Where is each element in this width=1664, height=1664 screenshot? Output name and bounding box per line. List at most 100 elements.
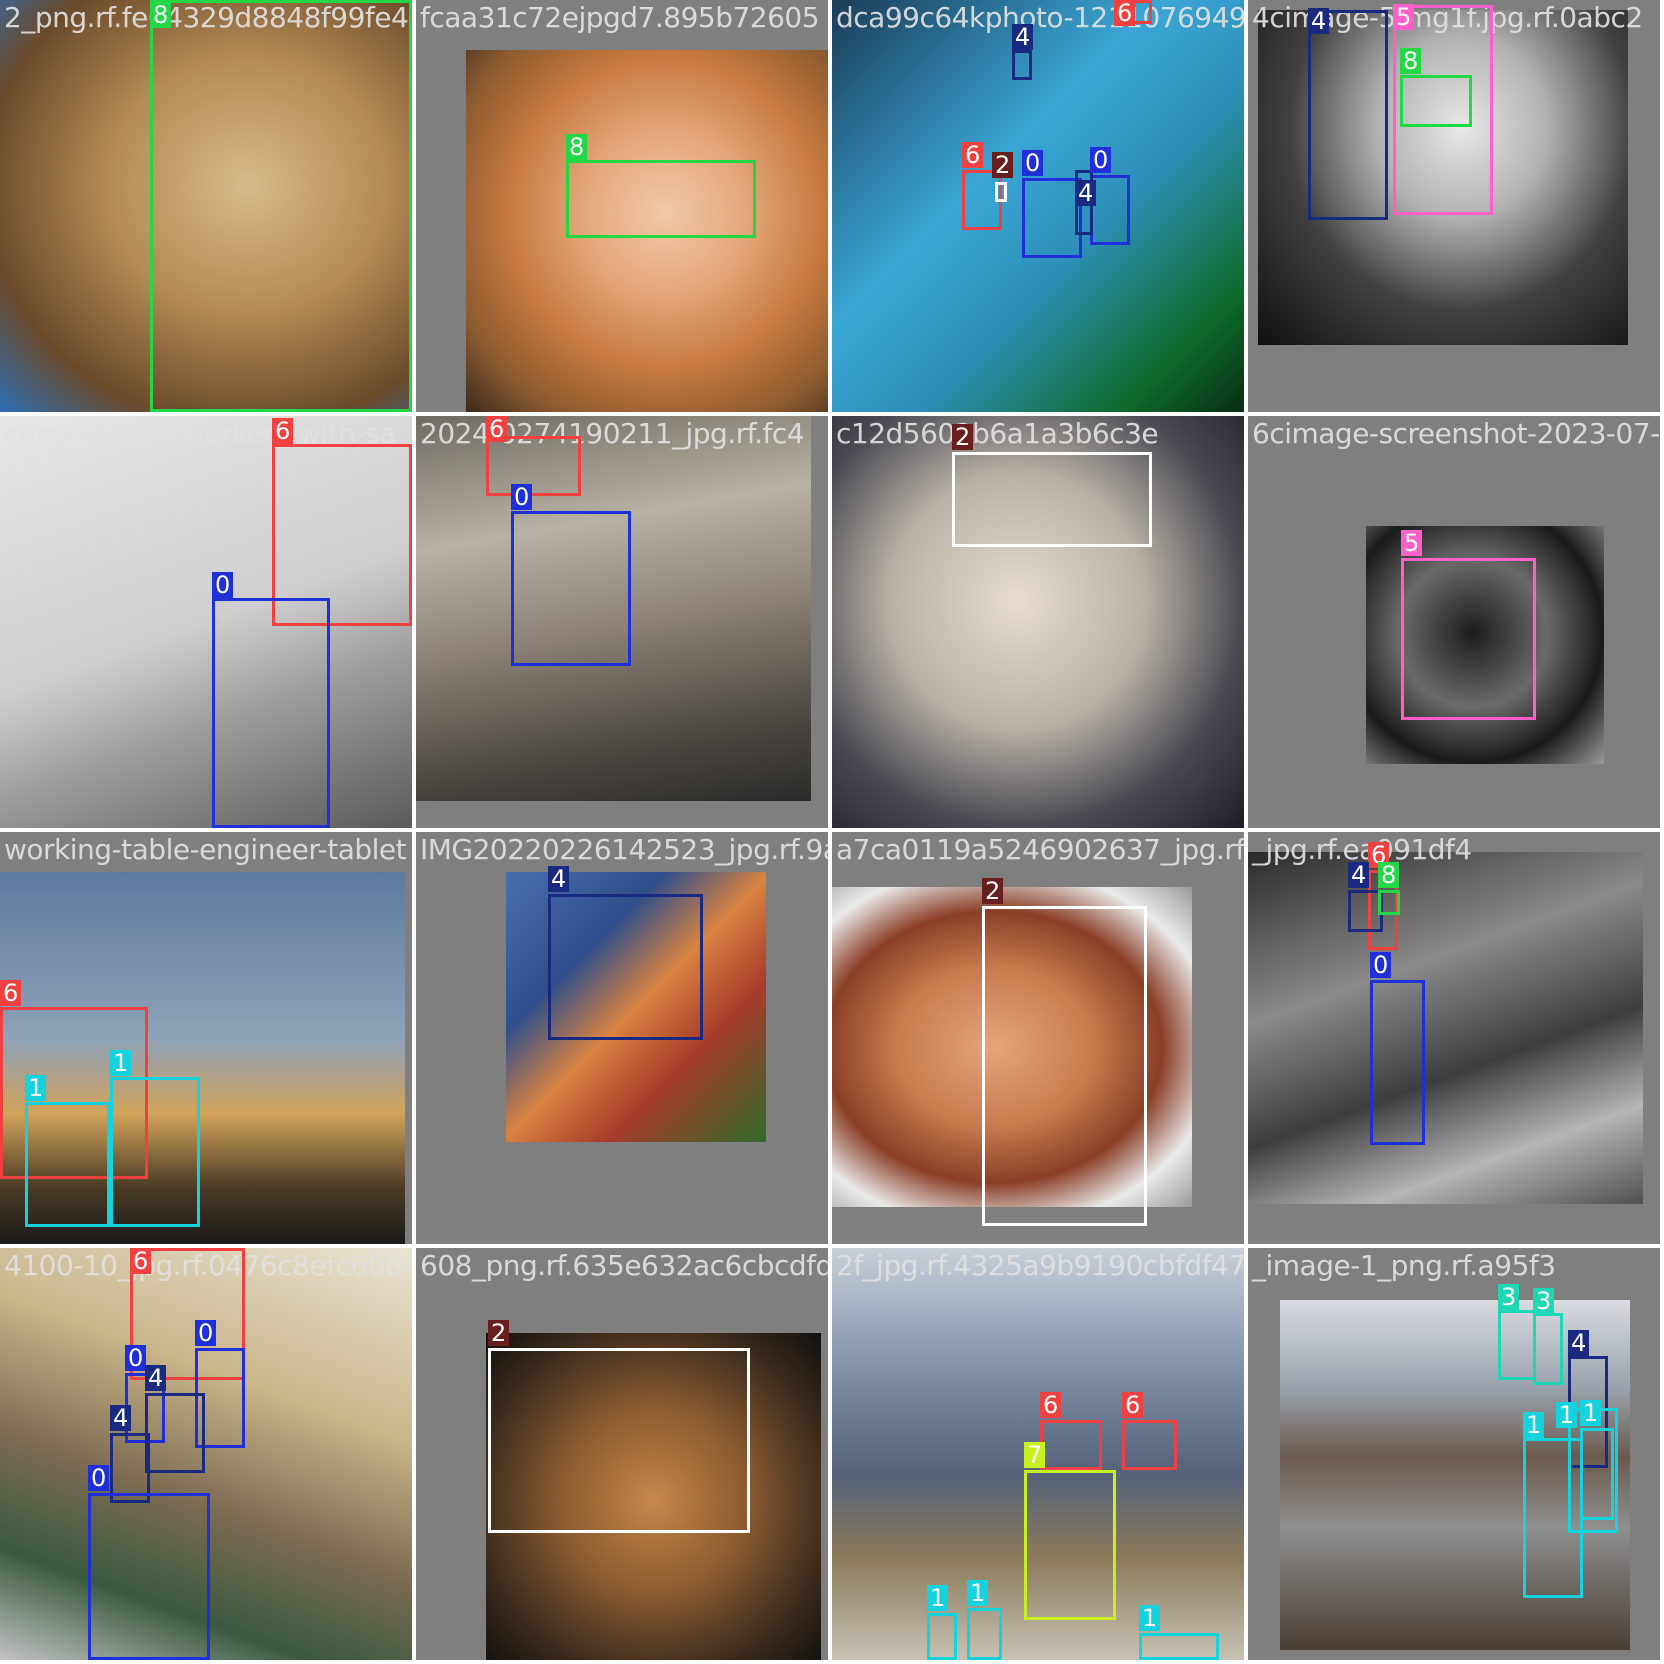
bounding-box bbox=[967, 1608, 1002, 1660]
bounding-box bbox=[511, 511, 631, 666]
image-filename-caption: dca99c64kphoto-1211076949-6416 bbox=[836, 1, 1244, 34]
mosaic-tile: a7ca0119a5246902637_jpg.rf.ea091df4 2 bbox=[832, 832, 1244, 1244]
bounding-box bbox=[566, 160, 756, 238]
class-label: 8 bbox=[1400, 48, 1422, 74]
bounding-box bbox=[1139, 1633, 1219, 1660]
image-filename-caption: c12d5602b6a1a3b6c3e bbox=[836, 417, 1159, 450]
class-label: 4 bbox=[1568, 1330, 1590, 1356]
bounding-box bbox=[150, 0, 412, 412]
class-label: 6 bbox=[272, 418, 294, 444]
bounding-box bbox=[1378, 890, 1400, 915]
detection-mosaic: 2_png.rf.fe04329d8848f99fe4aa31c72eb7467… bbox=[0, 0, 1664, 1664]
bounding-box bbox=[488, 1348, 750, 1533]
bounding-box bbox=[952, 452, 1152, 547]
class-label: 0 bbox=[88, 1465, 110, 1491]
mosaic-tile: 2024-0274190211_jpg.rf.fc4 6 0 bbox=[416, 416, 828, 828]
class-label: 6 bbox=[130, 1248, 152, 1274]
image-filename-caption: _image-1_png.rf.a95f3 bbox=[1252, 1249, 1556, 1282]
bounding-box bbox=[1401, 558, 1536, 720]
mosaic-tile: construction-workers-with-sa 6 0 bbox=[0, 416, 412, 828]
bounding-box bbox=[1022, 178, 1082, 258]
class-label: 1 bbox=[1580, 1400, 1602, 1426]
bounding-box bbox=[110, 1077, 200, 1227]
mosaic-tile: dca99c64kphoto-1211076949-64166462004 bbox=[832, 0, 1244, 412]
mosaic-tile: 2f_jpg.rf.4325a9b9190cbfdf47 6 6 7 1 1 1 bbox=[832, 1248, 1244, 1660]
class-label: 7 bbox=[1024, 1442, 1046, 1468]
class-label: 8 bbox=[1378, 862, 1400, 888]
class-label: 6 bbox=[1114, 0, 1136, 26]
bounding-box bbox=[1012, 50, 1032, 80]
image-filename-caption: IMG20220226142523_jpg.rf.9a7011ff7e97fb bbox=[420, 833, 828, 866]
class-label: 0 bbox=[1370, 952, 1392, 978]
mosaic-tile: 4100-10_jpg.rf.0476c8efc6084e61635e66004… bbox=[0, 1248, 412, 1660]
image-filename-caption: 6cimage-screenshot-2023-07-19-at-8 bbox=[1252, 417, 1660, 450]
class-label: 6 bbox=[1122, 1392, 1144, 1418]
class-label: 4 bbox=[1012, 24, 1034, 50]
class-label: 1 bbox=[1139, 1605, 1161, 1631]
bounding-box bbox=[88, 1493, 210, 1660]
class-label: 4 bbox=[1308, 8, 1330, 34]
class-label: 0 bbox=[1022, 150, 1044, 176]
mosaic-tile: 608_png.rf.635e632ac6cbcdfdf2f 2 bbox=[416, 1248, 828, 1660]
class-label: 8 bbox=[566, 134, 588, 160]
bounding-box bbox=[486, 436, 581, 496]
class-label: 1 bbox=[927, 1585, 949, 1611]
image-filename-caption: working-table-engineer-tablet bbox=[4, 833, 407, 866]
bounding-box bbox=[1040, 1420, 1102, 1470]
class-label: 1 bbox=[110, 1050, 132, 1076]
mosaic-tile: _image-1_png.rf.a95f3 3 3 4 1 1 1 bbox=[1248, 1248, 1660, 1660]
mosaic-tile: fcaa31c72ejpgd7.895b72605 8 bbox=[416, 0, 828, 412]
class-label: 1 bbox=[1523, 1412, 1545, 1438]
mosaic-tile: c12d5602b6a1a3b6c3e 2 bbox=[832, 416, 1244, 828]
bounding-box bbox=[1533, 1313, 1563, 1385]
mosaic-tile: 6cimage-screenshot-2023-07-19-at-8 5 bbox=[1248, 416, 1660, 828]
mosaic-tile: 2_png.rf.fe04329d8848f99fe4aa31c72eb7467… bbox=[0, 0, 412, 412]
class-label: 2 bbox=[982, 878, 1004, 904]
image-filename-caption: fcaa31c72ejpgd7.895b72605 bbox=[420, 1, 820, 34]
class-label: 2 bbox=[952, 424, 974, 450]
class-label: 0 bbox=[511, 484, 533, 510]
class-label: 4 bbox=[110, 1405, 132, 1431]
mosaic-tile: _jpg.rf.ea091df4 6 4 8 0 bbox=[1248, 832, 1660, 1244]
bounding-box bbox=[212, 598, 330, 828]
class-label: 6 bbox=[1040, 1392, 1062, 1418]
bounding-box bbox=[548, 894, 703, 1040]
class-label: 3 bbox=[1533, 1288, 1555, 1314]
class-label: 0 bbox=[1090, 147, 1112, 173]
bounding-box bbox=[1308, 10, 1388, 220]
bounding-box bbox=[1498, 1310, 1536, 1380]
image-filename-caption: 608_png.rf.635e632ac6cbcdfdf2f bbox=[420, 1249, 828, 1282]
bounding-box bbox=[1400, 75, 1472, 127]
class-label: 6 bbox=[962, 142, 984, 168]
mosaic-tile: working-table-engineer-tablet 6 1 1 bbox=[0, 832, 412, 1244]
class-label: 6 bbox=[486, 416, 508, 442]
class-label: 4 bbox=[1075, 180, 1097, 206]
class-label: 4 bbox=[145, 1365, 167, 1391]
bounding-box bbox=[1024, 1470, 1116, 1620]
image-filename-caption: 2024-0274190211_jpg.rf.fc4 bbox=[420, 417, 805, 450]
class-label: 3 bbox=[1498, 1284, 1520, 1310]
class-label: 0 bbox=[195, 1320, 217, 1346]
bounding-box bbox=[1370, 980, 1425, 1145]
class-label: 2 bbox=[992, 152, 1014, 178]
bounding-box bbox=[25, 1102, 110, 1227]
mosaic-tile: IMG20220226142523_jpg.rf.9a7011ff7e97fb4 bbox=[416, 832, 828, 1244]
image-filename-caption: 2f_jpg.rf.4325a9b9190cbfdf47 bbox=[836, 1249, 1244, 1282]
class-label: 4 bbox=[548, 866, 570, 892]
class-label: 8 bbox=[150, 2, 172, 28]
class-label: 1 bbox=[967, 1580, 989, 1606]
class-label: 2 bbox=[488, 1320, 510, 1346]
image-filename-caption: a7ca0119a5246902637_jpg.rf.ea091df4 bbox=[836, 833, 1244, 866]
mosaic-tile: 4cimage-5fmg1f.jpg.rf.0abc2 4 5 8 bbox=[1248, 0, 1660, 412]
class-label: 1 bbox=[1556, 1402, 1578, 1428]
bounding-box bbox=[982, 906, 1147, 1226]
class-label: 4 bbox=[1348, 862, 1370, 888]
bounding-box bbox=[1122, 1420, 1177, 1470]
class-label: 0 bbox=[125, 1345, 147, 1371]
bounding-box bbox=[145, 1393, 205, 1473]
class-label: 0 bbox=[212, 572, 234, 598]
class-label: 5 bbox=[1401, 530, 1423, 556]
bounding-box bbox=[995, 182, 1007, 202]
bounding-box bbox=[927, 1613, 957, 1660]
class-label: 1 bbox=[25, 1075, 47, 1101]
